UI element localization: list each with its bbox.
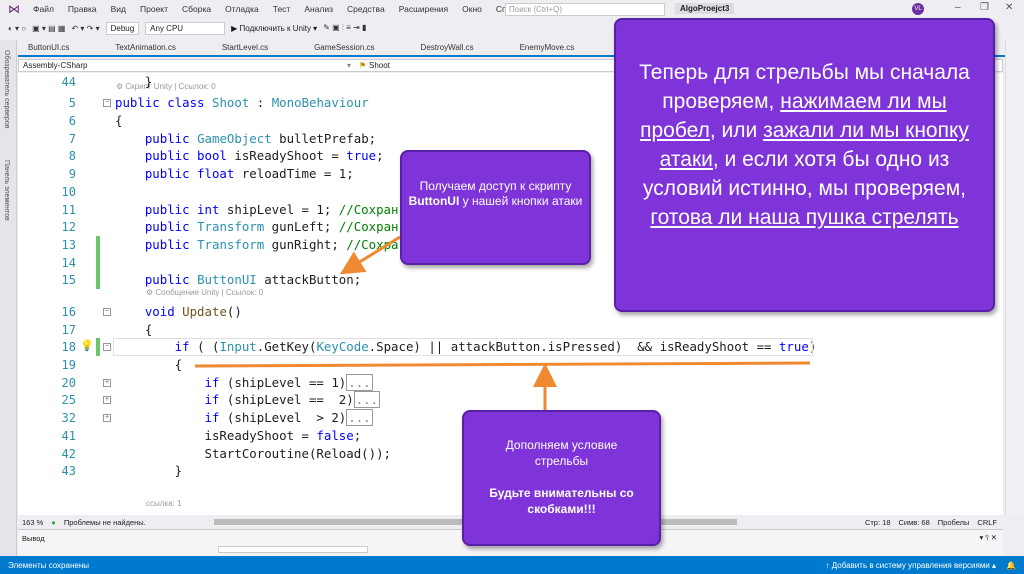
explanation-box: Теперь для стрельбы мы сначала проверяем… — [614, 18, 995, 312]
highlight-ready: готова ли наша пушка стрелять — [650, 206, 959, 229]
text: у нашей кнопки атаки — [459, 194, 583, 208]
arrow-to-attackbutton — [339, 235, 401, 275]
warning-text: Будьте внимательны со скобками!!! — [489, 486, 634, 516]
text: Получаем доступ к скрипту — [419, 179, 572, 193]
bold-text: ButtonUI — [408, 194, 460, 208]
text: Дополняем условие стрельбы — [505, 438, 618, 468]
text: , или — [709, 119, 764, 142]
callout-buttonui: Получаем доступ к скрипту ButtonUI у наш… — [400, 150, 591, 265]
callout-condition: Дополняем условие стрельбы Будьте внимат… — [462, 410, 661, 546]
condition-underline — [194, 361, 811, 368]
